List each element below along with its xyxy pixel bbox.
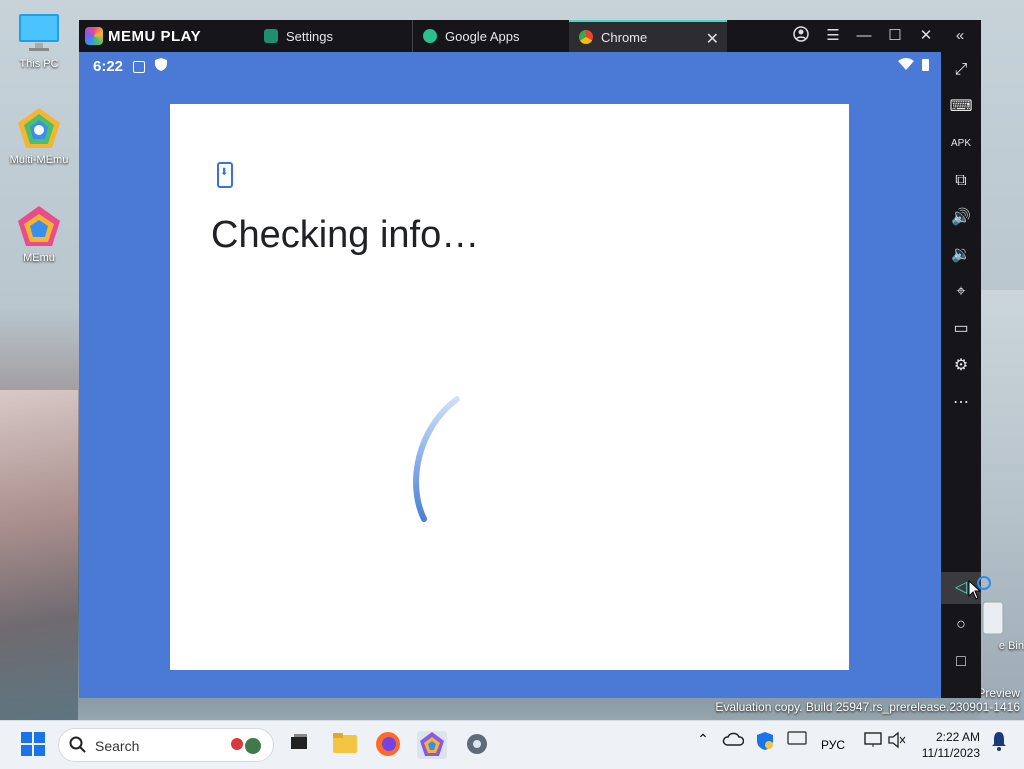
volume-muted-icon[interactable] — [882, 731, 912, 759]
notification-bell-icon[interactable] — [984, 731, 1014, 759]
memu-window: MEMU PLAY Settings Google Apps Chrome ✕ … — [79, 20, 981, 698]
tab-label: Chrome — [601, 29, 648, 45]
desktop-icon-multi-memu[interactable]: Multi-MEmu — [1, 106, 77, 166]
file-explorer-icon[interactable] — [330, 731, 360, 759]
shield-status-icon — [155, 58, 168, 75]
desktop-icon-memu[interactable]: MEmu — [1, 204, 77, 264]
watermark-evaluation: Evaluation copy. Build 25947.rs_prerelea… — [715, 700, 1020, 714]
wifi-icon — [898, 58, 914, 74]
multi-memu-icon — [16, 106, 62, 152]
monitor-icon — [16, 10, 62, 56]
watermark-preview: Preview — [977, 686, 1020, 700]
wallpaper-mountain — [0, 390, 78, 720]
memu-brand: MEMU PLAY — [108, 27, 202, 45]
memu-taskbar-icon[interactable] — [417, 731, 447, 759]
desktop-icon-this-pc[interactable]: This PC — [1, 10, 77, 70]
more-icon[interactable]: ⋯ — [941, 387, 981, 419]
checking-info-card: Checking info… — [170, 104, 849, 670]
memu-titlebar: MEMU PLAY Settings Google Apps Chrome ✕ … — [79, 20, 981, 52]
page-title: Checking info… — [211, 214, 480, 256]
gear-icon[interactable]: ⚙ — [941, 350, 981, 382]
security-shield-icon[interactable] — [750, 731, 780, 759]
close-window-icon[interactable]: ✕ — [915, 26, 937, 46]
volume-up-icon[interactable]: 🔊 — [941, 202, 981, 234]
apk-icon[interactable]: APK — [941, 128, 981, 160]
battery-icon — [922, 58, 929, 74]
menu-icon[interactable]: ☰ — [822, 26, 844, 46]
windows-taskbar: Search ⌃ РУС 2:22 AM 11/11/2023 — [0, 720, 1024, 769]
clock-time: 2:22 AM — [935, 730, 980, 744]
memu-logo: MEMU PLAY — [85, 26, 201, 46]
status-time: 6:22 — [93, 58, 124, 75]
language-indicator[interactable]: РУС — [816, 731, 850, 759]
account-icon[interactable] — [790, 26, 812, 46]
search-icon — [69, 736, 87, 759]
chrome-icon — [579, 30, 593, 44]
google-apps-icon — [423, 29, 437, 43]
fullscreen-icon[interactable]: ⤢ — [941, 54, 981, 86]
onedrive-icon[interactable] — [718, 731, 748, 759]
start-button[interactable] — [18, 731, 48, 759]
minimize-icon[interactable]: — — [853, 26, 875, 46]
memu-logo-icon — [85, 27, 103, 45]
settings-app-icon — [264, 29, 278, 43]
collapse-sidebar-icon[interactable]: « — [949, 26, 971, 46]
search-highlight-icon — [227, 734, 267, 763]
status-right — [898, 58, 929, 74]
desktop-icon-label: MEmu — [23, 252, 55, 264]
multi-window-icon[interactable]: ⧉ — [941, 165, 981, 197]
home-icon[interactable]: ○ — [941, 609, 981, 641]
wallpaper-right — [980, 290, 1024, 720]
tab-label: Google Apps — [445, 28, 520, 44]
desktop-icon-label: This PC — [19, 58, 59, 70]
notification-icon — [133, 60, 146, 73]
task-view-icon[interactable] — [284, 731, 314, 759]
folder-icon[interactable]: ▭ — [941, 313, 981, 345]
tab-label: Settings — [286, 28, 333, 44]
maximize-icon[interactable]: ☐ — [884, 26, 906, 46]
android-screen: 6:22 Checking info… — [79, 52, 941, 698]
memu-icon — [16, 204, 62, 250]
tab-chrome[interactable]: Chrome ✕ — [569, 20, 727, 52]
clock-date: 11/11/2023 — [921, 746, 980, 760]
location-icon[interactable]: ⌖ — [941, 276, 981, 308]
recents-icon[interactable]: □ — [941, 646, 981, 678]
tab-close-icon[interactable]: ✕ — [706, 29, 719, 49]
desktop-icon-label: Multi-MEmu — [9, 154, 69, 166]
keyboard-tray-icon[interactable] — [782, 731, 812, 759]
settings-taskbar-icon[interactable] — [462, 731, 492, 759]
phone-download-icon — [217, 162, 233, 188]
show-hidden-icons[interactable]: ⌃ — [688, 731, 718, 759]
busy-ring-icon — [977, 576, 991, 590]
keyboard-icon[interactable]: ⌨ — [941, 91, 981, 123]
tab-settings[interactable]: Settings — [254, 20, 410, 52]
loading-spinner-icon — [413, 396, 460, 522]
search-placeholder: Search — [95, 738, 140, 754]
android-status-bar: 6:22 — [93, 58, 168, 75]
tab-google-apps[interactable]: Google Apps — [412, 20, 568, 52]
volume-down-icon[interactable]: 🔉 — [941, 239, 981, 271]
taskbar-search-box[interactable]: Search — [58, 728, 274, 762]
firefox-icon[interactable] — [373, 731, 403, 759]
system-clock[interactable]: 2:22 AM 11/11/2023 — [922, 729, 980, 761]
